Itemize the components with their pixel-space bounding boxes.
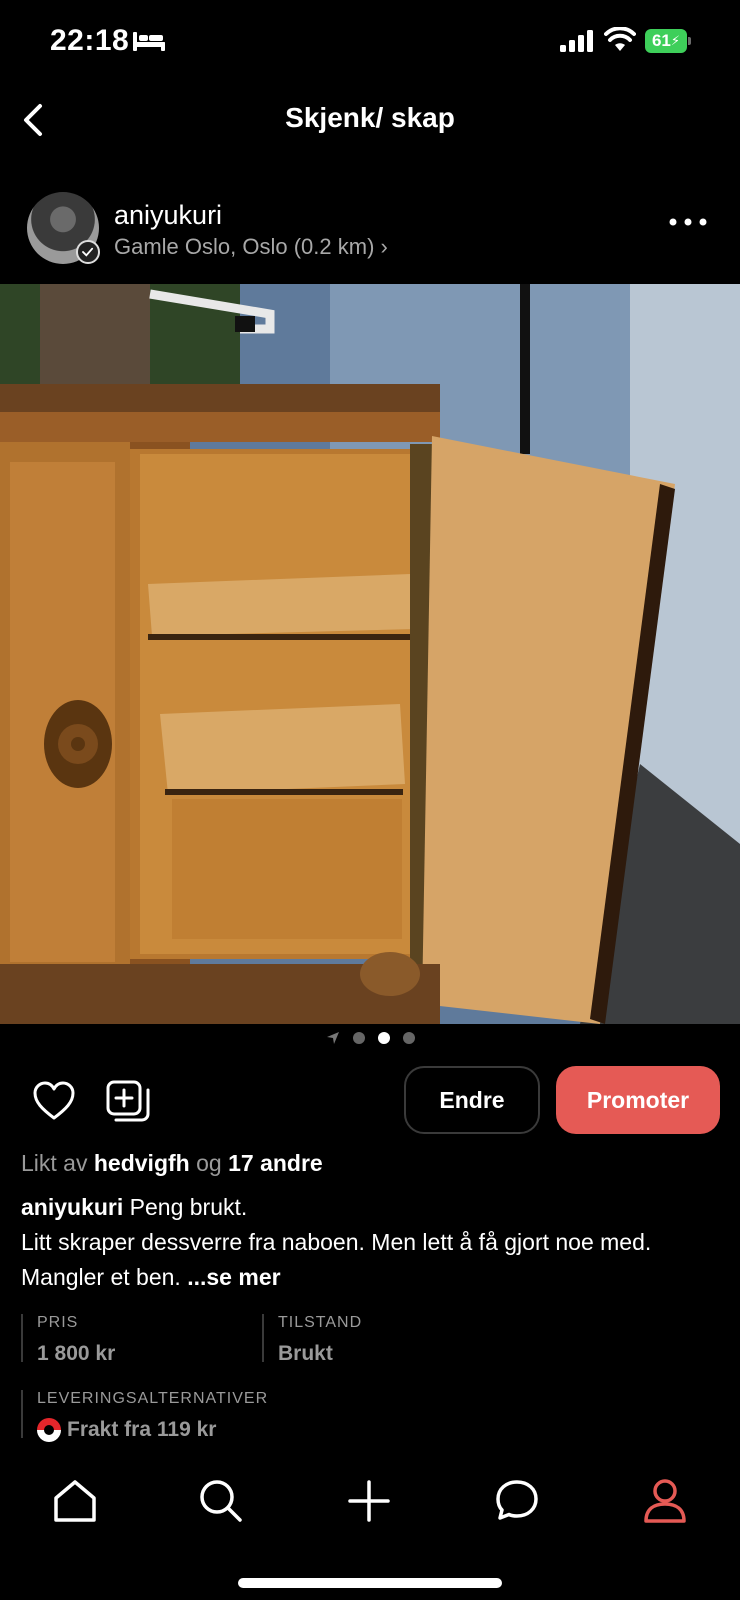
price-detail: PRIS 1 800 kr xyxy=(21,1314,115,1365)
edit-button[interactable]: Endre xyxy=(404,1066,540,1134)
battery-level: 61 xyxy=(651,31,671,50)
location-arrow-icon xyxy=(326,1032,339,1044)
profile-icon[interactable] xyxy=(640,1476,690,1526)
bed-icon xyxy=(133,32,165,51)
condition-label: TILSTAND xyxy=(278,1314,363,1331)
price-label: PRIS xyxy=(37,1314,79,1331)
liked-by-user[interactable]: hedvigfh xyxy=(94,1150,190,1176)
price-value: 1 800 kr xyxy=(37,1342,116,1365)
carousel-dots[interactable] xyxy=(0,1030,740,1046)
carousel-dot-active[interactable] xyxy=(377,1032,390,1044)
chat-icon[interactable] xyxy=(492,1476,542,1526)
search-icon[interactable] xyxy=(196,1476,246,1526)
description-title: Peng brukt. xyxy=(129,1194,248,1220)
heart-icon[interactable] xyxy=(32,1080,76,1122)
page-title: Skjenk/ skap xyxy=(285,102,455,133)
see-more-link[interactable]: ...se mer xyxy=(187,1264,280,1290)
tab-bar xyxy=(0,1462,740,1542)
home-indicator[interactable] xyxy=(238,1578,502,1588)
cabinet-illustration xyxy=(0,284,740,1024)
carousel-dot[interactable] xyxy=(352,1032,365,1044)
nav-header: Skjenk/ skap xyxy=(0,84,740,156)
carousel-dot[interactable] xyxy=(402,1032,415,1044)
posten-logo-icon xyxy=(37,1418,61,1442)
likes-middle: og xyxy=(196,1150,222,1176)
verified-check-icon xyxy=(76,240,100,264)
description-author[interactable]: aniyukuri xyxy=(21,1194,123,1220)
delivery-detail: LEVERINGSALTERNATIVER Frakt fra 119 kr xyxy=(21,1390,269,1442)
wifi-icon xyxy=(604,27,636,51)
likes-prefix: Likt av xyxy=(21,1150,88,1176)
more-horizontal-icon[interactable] xyxy=(668,216,708,228)
condition-detail: TILSTAND Brukt xyxy=(262,1314,363,1365)
delivery-label: LEVERINGSALTERNATIVER xyxy=(37,1390,269,1407)
signal-icon xyxy=(560,30,593,52)
add-icon[interactable] xyxy=(344,1476,394,1526)
status-time: 22:18 xyxy=(50,24,130,57)
likes-others[interactable]: 17 andre xyxy=(228,1150,323,1176)
seller-row[interactable]: aniyukuri Gamle Oslo, Oslo (0.2 km) › xyxy=(0,186,740,266)
battery-icon: 61 ⚡ xyxy=(645,29,691,53)
product-photo[interactable] xyxy=(0,284,740,1024)
delivery-value: Frakt fra 119 kr xyxy=(67,1418,217,1441)
action-row: Endre Promoter xyxy=(0,1066,740,1136)
seller-location[interactable]: Gamle Oslo, Oslo (0.2 km) › xyxy=(114,234,388,260)
promote-button[interactable]: Promoter xyxy=(556,1066,720,1134)
condition-value: Brukt xyxy=(278,1342,333,1365)
home-icon[interactable] xyxy=(50,1476,100,1526)
listing-description: aniyukuri Peng brukt. Litt skraper dessv… xyxy=(21,1190,721,1295)
description-body: Litt skraper dessverre fra naboen. Men l… xyxy=(21,1229,652,1290)
save-to-collection-icon[interactable] xyxy=(106,1080,150,1124)
seller-username[interactable]: aniyukuri xyxy=(114,200,222,231)
status-bar: 22:18 61 ⚡ xyxy=(0,0,740,84)
likes-summary[interactable]: Likt av hedvigfh og 17 andre xyxy=(21,1150,323,1177)
